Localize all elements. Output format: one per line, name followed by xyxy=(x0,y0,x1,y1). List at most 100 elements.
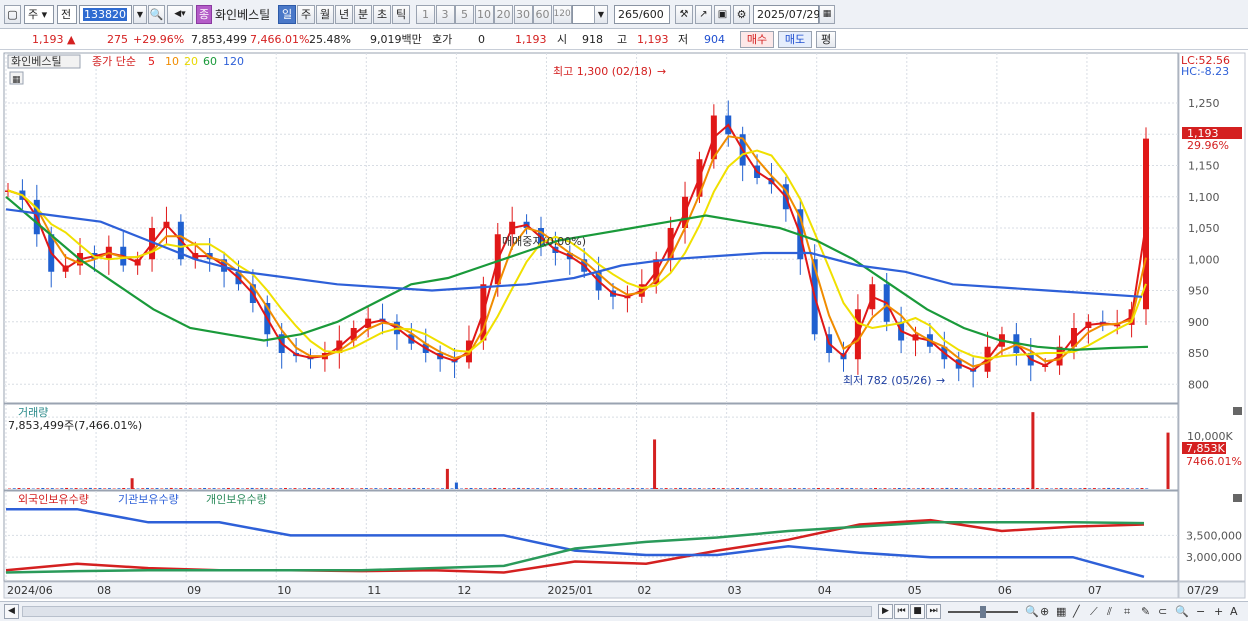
interval-dropdown-icon[interactable]: ▼ xyxy=(594,5,608,24)
volume-bar xyxy=(997,488,1001,489)
volume-bar xyxy=(483,488,487,489)
chart-area[interactable]: 1,2501,2001,1501,1001,0501,0009509008508… xyxy=(0,51,1248,601)
channel-tool-icon[interactable]: ⫽ xyxy=(1107,605,1112,619)
chart-scrollbar[interactable]: ◀ ▶ ⏮ ■ ⏭ 🔍 ⊕ ▦ ╱ ⟋ ⫽ ⌗ ✎ ⊂ 🔍 − + A xyxy=(0,601,1248,621)
market-select[interactable]: 주 ▾ xyxy=(24,5,54,24)
interval-tab-1[interactable]: 1 xyxy=(416,5,435,24)
volume-bar xyxy=(1040,488,1044,489)
volume-bar xyxy=(688,488,692,489)
period-tab-4[interactable]: 분 xyxy=(354,5,372,24)
volume-bar xyxy=(545,488,549,489)
volume-bar xyxy=(160,488,164,489)
scroll-left-icon[interactable]: ◀ xyxy=(4,604,19,619)
volume-bar xyxy=(697,488,701,489)
volume-bar xyxy=(98,488,102,489)
volume-spike-bar[interactable] xyxy=(454,482,458,489)
text-tool-icon[interactable]: A xyxy=(1230,605,1238,618)
trend-tool-icon[interactable]: ⟋ xyxy=(1090,605,1098,619)
volume-bar xyxy=(983,488,987,489)
volume-bar xyxy=(1088,488,1092,489)
save-icon[interactable]: ▣ xyxy=(714,5,731,24)
zoom-slider-handle[interactable] xyxy=(980,606,986,618)
sell-button[interactable]: 매도 xyxy=(778,31,812,48)
x-tick-label: 08 xyxy=(97,584,111,597)
fib-tool-icon[interactable]: ⌗ xyxy=(1124,605,1130,619)
x-tick-label: 05 xyxy=(908,584,922,597)
holdings-panel-close-icon[interactable] xyxy=(1233,494,1242,502)
eval-button[interactable]: 평 xyxy=(816,31,836,48)
volume-bar xyxy=(793,488,797,489)
period-tab-6[interactable]: 틱 xyxy=(392,5,410,24)
volume-spike-bar[interactable] xyxy=(1031,412,1035,489)
holdings-panel[interactable] xyxy=(3,490,1179,582)
period-tab-2[interactable]: 월 xyxy=(316,5,334,24)
date-field[interactable]: 2025/07/29 xyxy=(753,5,820,24)
zoom-icon[interactable]: 🔍 xyxy=(1025,605,1039,618)
interval-tab-30[interactable]: 30 xyxy=(513,5,533,24)
period-tab-1[interactable]: 주 xyxy=(297,5,315,24)
volume-bar xyxy=(17,488,21,489)
interval-tab-120[interactable]: 120 xyxy=(552,5,572,24)
interval-tab-10[interactable]: 10 xyxy=(474,5,494,24)
stock-code-input[interactable]: 133820 xyxy=(79,5,132,24)
volume-panel-close-icon[interactable] xyxy=(1233,407,1242,415)
interval-tab-60[interactable]: 60 xyxy=(533,5,552,24)
calendar-icon[interactable]: ▦ xyxy=(819,5,835,24)
high-marker-label: 최고 1,300 (02/18) xyxy=(553,65,652,78)
buy-button[interactable]: 매수 xyxy=(740,31,774,48)
volume-bar xyxy=(912,488,916,489)
volume-bar xyxy=(345,488,349,489)
volume-spike-bar[interactable] xyxy=(653,439,657,489)
scroll-track[interactable] xyxy=(22,606,872,617)
period-tab-3[interactable]: 년 xyxy=(335,5,353,24)
interval-tab-3[interactable]: 3 xyxy=(435,5,455,24)
volume-bar xyxy=(1097,488,1101,489)
price-type-select[interactable]: 전 xyxy=(57,5,77,24)
grid-icon[interactable]: ▦ xyxy=(1056,605,1066,618)
hoga-value: 0 xyxy=(478,33,485,46)
bar-count-field[interactable]: 265/600 xyxy=(614,5,670,24)
cross-icon[interactable]: ⊕ xyxy=(1040,605,1049,618)
search-icon[interactable]: 🔍 xyxy=(148,5,165,24)
period-tab-5[interactable]: 초 xyxy=(373,5,391,24)
volume-bar xyxy=(222,488,226,489)
brush-tool-icon[interactable]: ✎ xyxy=(1141,605,1150,618)
minus-icon[interactable]: − xyxy=(1196,605,1205,618)
line-tool-icon[interactable]: ╱ xyxy=(1073,605,1080,618)
volume-spike-bar[interactable] xyxy=(1166,432,1170,489)
gear-icon[interactable]: ⚙ xyxy=(733,5,750,24)
interval-tab-5[interactable]: 5 xyxy=(455,5,474,24)
stock-name: 화인베스틸 xyxy=(215,8,271,22)
scroll-right-icon[interactable]: ▶ xyxy=(878,604,893,619)
volume-bar xyxy=(326,488,330,489)
volume-bar xyxy=(412,487,416,489)
tools-icon[interactable]: ⚒ xyxy=(675,5,693,24)
volume-spike-bar[interactable] xyxy=(130,478,134,489)
volume-bar xyxy=(764,488,768,489)
volume-bar xyxy=(517,487,521,489)
stop-icon[interactable]: ■ xyxy=(910,604,925,619)
code-dropdown-icon[interactable]: ▼ xyxy=(133,5,147,24)
volume-bar xyxy=(288,488,292,489)
price-y-tick: 1,250 xyxy=(1188,97,1220,110)
zoom-out-icon[interactable]: 🔍 xyxy=(1175,605,1189,618)
draw-icon[interactable]: ↗ xyxy=(695,5,712,24)
speaker-icon[interactable]: ◀▾ xyxy=(167,5,193,24)
volume-bar xyxy=(750,488,754,489)
plus-icon[interactable]: + xyxy=(1214,605,1223,618)
volume-bar xyxy=(731,488,735,489)
scroll-first-icon[interactable]: ⏮ xyxy=(894,604,909,619)
window-icon[interactable]: ▢ xyxy=(4,5,21,24)
interval-tab-20[interactable]: 20 xyxy=(494,5,513,24)
turnover-rate: 25.48% xyxy=(309,33,351,46)
x-tick-label: 04 xyxy=(818,584,832,597)
volume-bar xyxy=(607,488,611,489)
x-tick-label: 02 xyxy=(638,584,652,597)
main-toolbar: ▢ 주 ▾ 전 133820 ▼ 🔍 ◀▾ 종 화인베스틸 일주월년분초틱 13… xyxy=(0,0,1248,29)
magnet-icon[interactable]: ⊂ xyxy=(1158,605,1167,618)
volume-spike-bar[interactable] xyxy=(445,468,449,489)
scroll-last-icon[interactable]: ⏭ xyxy=(926,604,941,619)
volume-bar xyxy=(826,488,830,489)
low-label: 저 xyxy=(678,33,689,46)
period-tab-0[interactable]: 일 xyxy=(278,5,296,24)
